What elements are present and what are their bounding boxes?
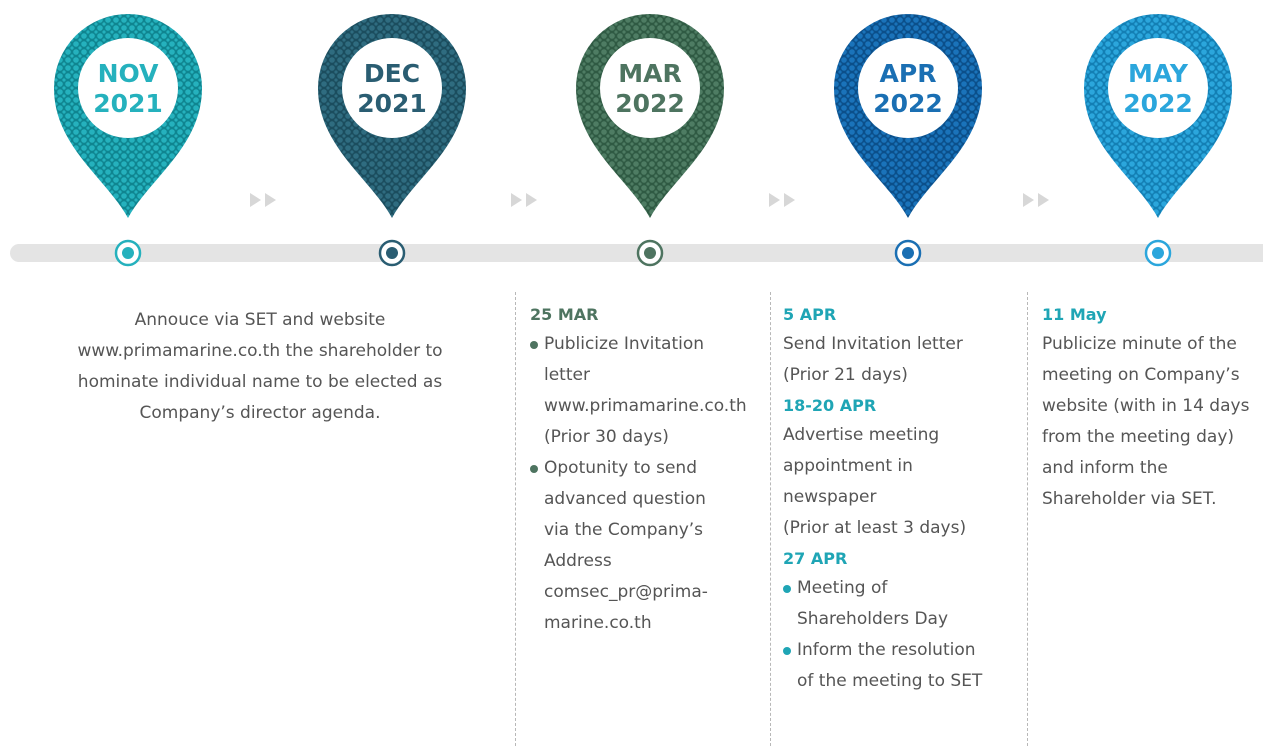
mar-bullet-line: via the Company’s	[544, 520, 704, 540]
arrow-icon	[265, 193, 276, 207]
pin-year: 2021	[93, 89, 163, 118]
mar-bullet-line: (Prior 30 days)	[544, 427, 669, 447]
bullet-dot	[783, 585, 791, 593]
divider	[770, 292, 771, 746]
mar-bullet-line: advanced question	[544, 489, 706, 509]
arrow-icon	[1023, 193, 1034, 207]
apr-text-line: (Prior at least 3 days)	[783, 518, 967, 538]
may-date: 11 May	[1042, 305, 1107, 324]
mar-bullet-line: Address	[544, 551, 612, 571]
apr-bullet-line: of the meeting to SET	[797, 671, 983, 691]
apr-date: 5 APR	[783, 305, 837, 324]
nov-text-line: hominate individual name to be elected a…	[77, 372, 443, 392]
pin-month: DEC	[364, 59, 420, 88]
divider	[1027, 292, 1028, 746]
arrow-icon	[526, 193, 537, 207]
apr-date: 27 APR	[783, 549, 848, 568]
pin-center	[1108, 38, 1208, 138]
col-mar: 25 MAR Publicize Invitation letter www.p…	[530, 300, 760, 639]
nov-text-line: Company’s director agenda.	[139, 403, 381, 423]
divider	[515, 292, 516, 746]
timeline-node-dot	[1152, 247, 1164, 259]
mar-bullet-line: Publicize Invitation	[544, 334, 705, 354]
pin-month: MAR	[618, 59, 681, 88]
may-text-line: from the meeting day)	[1042, 427, 1235, 447]
pin-year: 2022	[873, 89, 943, 118]
pin-year: 2022	[1123, 89, 1193, 118]
pin-month: APR	[880, 59, 937, 88]
arrow-icon	[250, 193, 261, 207]
mar-bullet-line: comsec_pr@prima-	[544, 582, 708, 602]
apr-text-line: newspaper	[783, 487, 877, 507]
bullet-dot	[530, 341, 538, 349]
mar-bullet-line: letter	[544, 365, 590, 385]
timeline-node-dot	[122, 247, 134, 259]
col-may: 11 May Publicize minute of the meeting o…	[1042, 300, 1263, 515]
may-text-line: website (with in 14 days	[1042, 396, 1250, 416]
col-nov: Annouce via SET and website www.primamar…	[40, 305, 480, 429]
may-text-line: Publicize minute of the	[1042, 334, 1237, 354]
timeline-node-dot	[386, 247, 398, 259]
apr-bullet-line: Shareholders Day	[797, 609, 949, 629]
bullet-dot	[783, 647, 791, 655]
may-text-line: Shareholder via SET.	[1042, 489, 1217, 509]
pin-year: 2021	[357, 89, 427, 118]
apr-bullet-line: Inform the resolution	[797, 640, 976, 660]
pin-center	[342, 38, 442, 138]
mar-bullet-line: Opotunity to send	[544, 458, 697, 478]
apr-date: 18-20 APR	[783, 396, 877, 415]
mar-bullet-line: marine.co.th	[544, 613, 652, 633]
pin-center	[78, 38, 178, 138]
apr-text-line: appointment in	[783, 456, 913, 476]
timeline-node-dot	[644, 247, 656, 259]
may-text-line: and inform the	[1042, 458, 1168, 478]
arrow-icon	[769, 193, 780, 207]
pin-center	[858, 38, 958, 138]
mar-date: 25 MAR	[530, 305, 599, 324]
nov-text-line: Annouce via SET and website	[134, 310, 386, 330]
mar-bullet: Publicize Invitation letter www.primamar…	[530, 329, 760, 453]
pin-month: NOV	[98, 59, 160, 88]
apr-bullet: Meeting of Shareholders Day	[783, 573, 1023, 635]
pin-year: 2022	[615, 89, 685, 118]
col-apr: 5 APR Send Invitation letter (Prior 21 d…	[783, 300, 1023, 697]
arrow-icon	[511, 193, 522, 207]
bullet-dot	[530, 465, 538, 473]
arrow-icon	[784, 193, 795, 207]
timeline-bar	[10, 244, 1263, 262]
apr-text-line: Advertise meeting	[783, 425, 940, 445]
arrow-icon	[1038, 193, 1049, 207]
apr-bullet: Inform the resolution of the meeting to …	[783, 635, 1023, 697]
pin-center	[600, 38, 700, 138]
timeline-graphic: NOV2021DEC2021MAR2022APR2022MAY2022	[10, 14, 1263, 267]
mar-bullet: Opotunity to send advanced question via …	[530, 453, 760, 639]
apr-bullet-line: Meeting of	[797, 578, 888, 598]
mar-bullet-line: www.primamarine.co.th	[544, 396, 747, 416]
apr-text-line: Send Invitation letter	[783, 334, 963, 354]
may-text-line: meeting on Company’s	[1042, 365, 1240, 385]
timeline-node-dot	[902, 247, 914, 259]
nov-text-line: www.primamarine.co.th the shareholder to	[77, 341, 443, 361]
apr-text-line: (Prior 21 days)	[783, 365, 908, 385]
pin-month: MAY	[1128, 59, 1189, 88]
